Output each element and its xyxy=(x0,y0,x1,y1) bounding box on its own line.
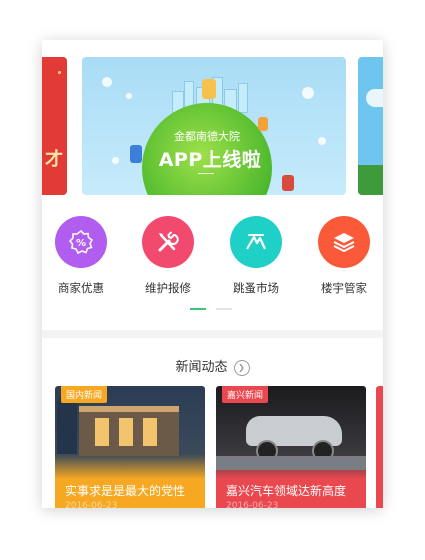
banner-slide-current[interactable]: 金都南德大院 APP上线啦 xyxy=(82,57,346,195)
percent-badge-icon: % xyxy=(55,216,107,268)
grass-decoration xyxy=(358,165,383,195)
cloud-decoration xyxy=(366,89,383,107)
pager-dot-active[interactable] xyxy=(190,308,206,310)
menu-label: 楼宇管家 xyxy=(321,281,367,295)
lit-window xyxy=(119,418,133,446)
news-heading-row[interactable]: 新闻动态 ❯ xyxy=(42,356,383,376)
road-surface xyxy=(216,456,366,470)
character-figure xyxy=(282,175,294,191)
news-date: 2016-06-23 xyxy=(226,501,279,508)
news-card[interactable]: 国内新闻 实事求是是最大的党性 2016-06-23 xyxy=(55,386,205,508)
menu-item-building-butler[interactable]: 楼宇管家 xyxy=(306,216,382,296)
cloud-decoration xyxy=(302,87,314,99)
news-title: 实事求是是最大的党性 xyxy=(65,484,186,498)
character-figure xyxy=(202,79,216,99)
cloud-decoration xyxy=(102,77,112,87)
pager-dot[interactable] xyxy=(216,308,232,310)
quick-menu: % 商家优惠 维护报修 跳蚤市场 楼宇管家 xyxy=(42,200,383,330)
news-card[interactable]: 嘉兴新闻 嘉兴汽车领域达新高度 2016-06-23 xyxy=(216,386,366,508)
menu-item-maintenance[interactable]: 维护报修 xyxy=(130,216,206,296)
lit-window xyxy=(143,418,157,446)
news-heading: 新闻动态 xyxy=(175,360,228,375)
news-category-badge: 国内新闻 xyxy=(61,386,108,403)
news-title: 嘉兴汽车领域达新高度 xyxy=(226,484,347,498)
cloud-decoration xyxy=(126,93,132,99)
svg-text:%: % xyxy=(76,238,86,249)
layers-icon xyxy=(318,216,370,268)
news-date: 2016-06-23 xyxy=(65,501,118,508)
banner-slide-next[interactable] xyxy=(358,57,383,195)
chevron-right-icon[interactable]: ❯ xyxy=(233,359,250,376)
cloud-decoration xyxy=(318,137,326,145)
menu-label: 维护报修 xyxy=(145,281,191,295)
news-section: 新闻动态 ❯ 国内新闻 实事求是是最大的党性 2016-06-23 嘉兴新闻 嘉兴… xyxy=(42,338,383,508)
section-divider xyxy=(42,330,383,338)
market-icon xyxy=(230,216,282,268)
menu-item-merchant-offers[interactable]: % 商家优惠 xyxy=(43,216,119,296)
banner-underline xyxy=(198,173,214,174)
sparkle-decoration xyxy=(58,71,61,74)
cloud-decoration xyxy=(112,157,119,164)
banner-slide-prev[interactable]: 才 xyxy=(42,57,67,195)
menu-item-flea-market[interactable]: 跳蚤市场 xyxy=(218,216,294,296)
menu-label: 跳蚤市场 xyxy=(233,281,279,295)
banner-carousel[interactable]: 才 金都南德大院 APP上线啦 xyxy=(42,40,383,200)
app-screen: 才 金都南德大院 APP上线啦 % 商家优惠 维护报修 跳蚤市场 楼宇管家 新闻… xyxy=(42,40,383,508)
banner-headline: APP上线啦 xyxy=(158,149,262,171)
tree-silhouette xyxy=(57,394,77,454)
banner-subtitle: 金都南德大院 xyxy=(174,130,240,143)
news-card-partial[interactable] xyxy=(376,386,383,508)
menu-label: 商家优惠 xyxy=(58,281,104,295)
lit-window xyxy=(95,418,109,446)
tools-icon xyxy=(142,216,194,268)
menu-page-indicator xyxy=(190,308,242,327)
news-category-badge: 嘉兴新闻 xyxy=(222,386,269,403)
banner-prev-text: 才 xyxy=(45,149,63,170)
